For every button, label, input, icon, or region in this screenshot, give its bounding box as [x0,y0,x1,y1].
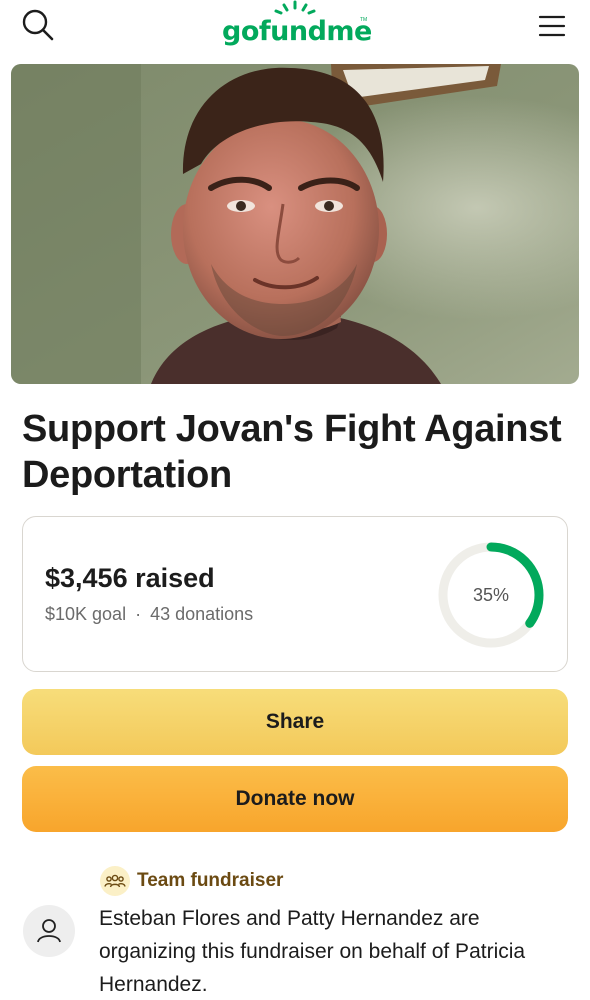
campaign-photo [11,64,579,384]
team-fundraiser-label: Team fundraiser [137,870,284,891]
progress-card: $3,456 raised $10K goal · 43 donations 35% [22,516,568,672]
donate-now-button[interactable]: Donate now [22,766,568,832]
goal-amount: $10K goal [45,604,127,624]
team-people-icon [104,874,126,888]
logo-trademark: TM [360,17,368,23]
menu-button[interactable] [536,10,568,42]
search-icon [22,9,54,41]
logo-wordmark: gofundme [222,16,372,47]
amount-raised: $3,456 raised [45,563,215,593]
goal-and-donations: $10K goal · 43 donations [45,604,253,625]
share-button[interactable]: Share [22,689,568,755]
top-nav: gofundme TM [0,0,590,62]
campaign-title: Support Jovan's Fight Against Deportatio… [22,408,562,496]
campaign-hero-image[interactable] [11,64,579,384]
search-button[interactable] [20,8,56,44]
user-icon [37,919,61,943]
gofundme-logo[interactable]: gofundme TM [222,0,372,52]
organizer-avatar[interactable] [23,905,75,957]
meta-separator: · [135,604,142,624]
organizer-description: Esteban Flores and Patty Hernandez are o… [99,907,526,996]
hamburger-menu-icon [538,15,566,37]
donation-count: 43 donations [150,604,254,624]
team-badge [100,866,130,896]
progress-percent: 35% [472,585,510,605]
